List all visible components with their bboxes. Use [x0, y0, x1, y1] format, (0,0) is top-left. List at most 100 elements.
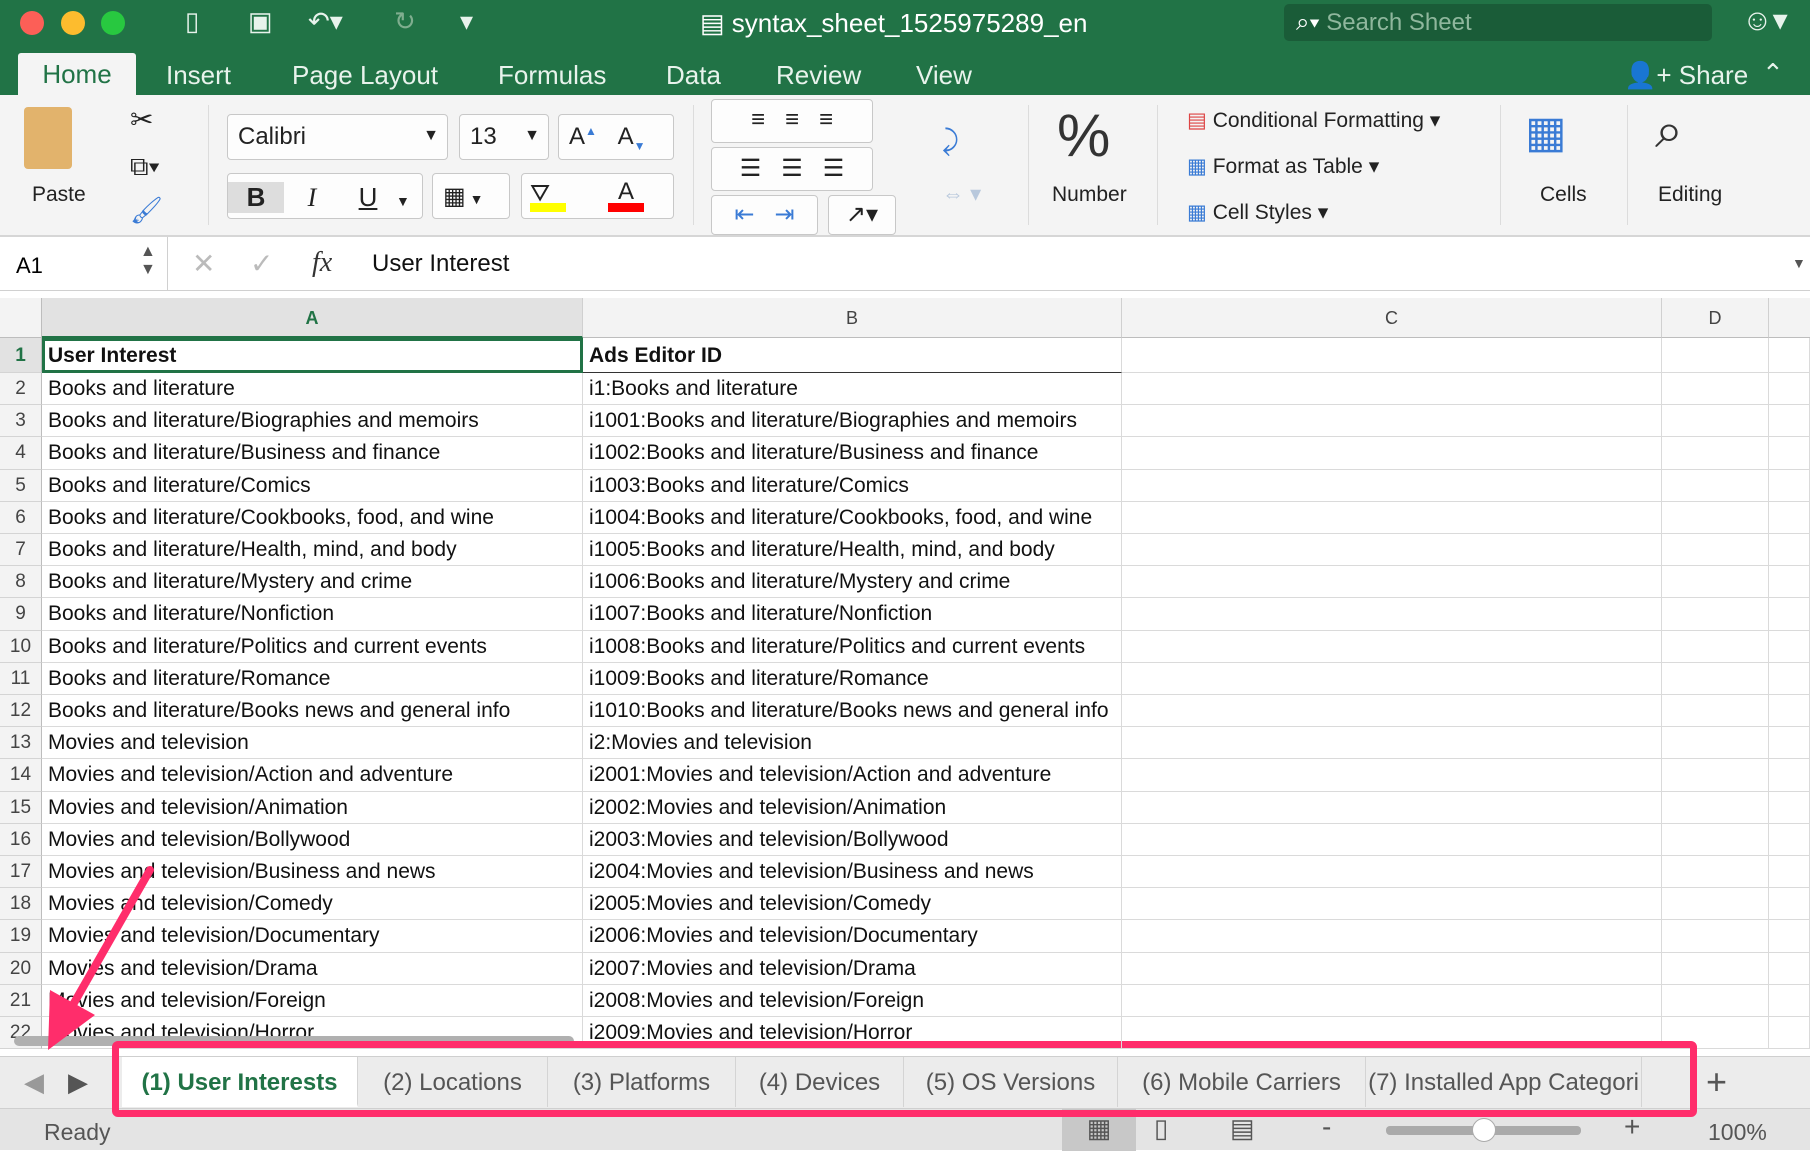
- name-box[interactable]: A1: [16, 253, 43, 279]
- font-color-button[interactable]: A: [606, 178, 646, 212]
- cell[interactable]: i1:Books and literature: [583, 373, 1122, 406]
- save-icon[interactable]: ▣: [248, 6, 273, 37]
- empty-cell[interactable]: [1769, 501, 1810, 534]
- empty-cell[interactable]: [1662, 598, 1769, 631]
- cell[interactable]: Books and literature: [42, 373, 583, 406]
- increase-font-icon[interactable]: A▲: [569, 123, 597, 150]
- tab-review[interactable]: Review: [776, 56, 861, 95]
- empty-cell[interactable]: [1769, 534, 1810, 567]
- cell[interactable]: i2001:Movies and television/Action and a…: [583, 759, 1122, 792]
- sidebar-toggle-icon[interactable]: ▯: [185, 6, 199, 37]
- empty-cell[interactable]: [1769, 338, 1810, 373]
- add-sheet-button[interactable]: +: [1706, 1061, 1727, 1103]
- cell[interactable]: User Interest: [42, 338, 583, 373]
- cell[interactable]: Movies and television: [42, 727, 583, 760]
- undo-icon[interactable]: ↶▾: [308, 6, 343, 37]
- empty-cell[interactable]: [1122, 759, 1662, 792]
- cell[interactable]: Books and literature/Health, mind, and b…: [42, 534, 583, 567]
- empty-cell[interactable]: [1662, 823, 1769, 856]
- cell[interactable]: i1003:Books and literature/Comics: [583, 469, 1122, 502]
- cell[interactable]: i2003:Movies and television/Bollywood: [583, 823, 1122, 856]
- column-header-b[interactable]: B: [583, 298, 1122, 338]
- cell[interactable]: Books and literature/Mystery and crime: [42, 566, 583, 599]
- empty-cell[interactable]: [1662, 566, 1769, 599]
- row-header[interactable]: 6: [0, 501, 42, 534]
- empty-cell[interactable]: [1769, 952, 1810, 985]
- empty-cell[interactable]: [1122, 373, 1662, 406]
- italic-button[interactable]: I: [284, 183, 340, 213]
- cell[interactable]: i2:Movies and television: [583, 727, 1122, 760]
- cell[interactable]: Movies and television/Business and news: [42, 856, 583, 889]
- zoom-level[interactable]: 100%: [1708, 1119, 1767, 1146]
- empty-cell[interactable]: [1662, 373, 1769, 406]
- page-layout-view-icon[interactable]: ▯: [1154, 1113, 1168, 1144]
- editing-search-icon[interactable]: ⌕: [1655, 101, 1683, 160]
- empty-cell[interactable]: [1122, 888, 1662, 921]
- fill-color-button[interactable]: ⛛: [530, 180, 570, 212]
- customize-toolbar-icon[interactable]: ▾: [460, 6, 473, 37]
- format-painter-icon[interactable]: 🖌: [130, 195, 163, 226]
- align-middle-icon[interactable]: ≡: [785, 106, 799, 133]
- empty-cell[interactable]: [1122, 534, 1662, 567]
- editing-label[interactable]: Editing: [1658, 183, 1722, 207]
- empty-cell[interactable]: [1769, 791, 1810, 824]
- select-all-button[interactable]: [0, 298, 42, 338]
- cell[interactable]: Movies and television/Drama: [42, 952, 583, 985]
- cancel-icon[interactable]: ✕: [192, 247, 215, 280]
- cell[interactable]: Movies and television/Foreign: [42, 984, 583, 1017]
- wrap-text-icon[interactable]: ⤸: [942, 125, 959, 158]
- empty-cell[interactable]: [1662, 630, 1769, 663]
- increase-indent-icon[interactable]: ⇥: [775, 201, 795, 228]
- row-header[interactable]: 3: [0, 405, 42, 438]
- empty-cell[interactable]: [1662, 501, 1769, 534]
- row-header[interactable]: 4: [0, 437, 42, 470]
- empty-cell[interactable]: [1122, 952, 1662, 985]
- format-as-table-button[interactable]: ▦ Format as Table ▾: [1187, 154, 1379, 179]
- empty-cell[interactable]: [1769, 856, 1810, 889]
- name-box-stepper-icon[interactable]: ▲ ▼: [140, 243, 156, 279]
- scroll-tabs-left-icon[interactable]: ◀: [24, 1067, 44, 1098]
- cell[interactable]: i2006:Movies and television/Documentary: [583, 920, 1122, 953]
- empty-cell[interactable]: [1122, 437, 1662, 470]
- number-format-label[interactable]: Number: [1052, 183, 1127, 207]
- column-header-d[interactable]: D: [1662, 298, 1769, 338]
- cell[interactable]: Books and literature/Politics and curren…: [42, 630, 583, 663]
- empty-cell[interactable]: [1769, 662, 1810, 695]
- cell[interactable]: i2004:Movies and television/Business and…: [583, 856, 1122, 889]
- row-header[interactable]: 13: [0, 727, 42, 760]
- cell[interactable]: i2002:Movies and television/Animation: [583, 791, 1122, 824]
- empty-cell[interactable]: [1662, 469, 1769, 502]
- empty-cell[interactable]: [1662, 759, 1769, 792]
- cell[interactable]: i1007:Books and literature/Nonfiction: [583, 598, 1122, 631]
- cell[interactable]: Books and literature/Business and financ…: [42, 437, 583, 470]
- cell[interactable]: Books and literature/Cookbooks, food, an…: [42, 501, 583, 534]
- empty-cell[interactable]: [1769, 437, 1810, 470]
- empty-cell[interactable]: [1769, 920, 1810, 953]
- row-header[interactable]: 16: [0, 823, 42, 856]
- row-header[interactable]: 7: [0, 534, 42, 567]
- cell[interactable]: Movies and television/Bollywood: [42, 823, 583, 856]
- row-header[interactable]: 12: [0, 695, 42, 728]
- cut-icon[interactable]: ✂: [130, 103, 153, 136]
- column-header-a[interactable]: A: [42, 298, 583, 338]
- cell[interactable]: i1009:Books and literature/Romance: [583, 662, 1122, 695]
- paste-label[interactable]: Paste: [32, 183, 86, 207]
- cell[interactable]: i1006:Books and literature/Mystery and c…: [583, 566, 1122, 599]
- empty-cell[interactable]: [1662, 952, 1769, 985]
- empty-cell[interactable]: [1662, 405, 1769, 438]
- row-header[interactable]: 10: [0, 630, 42, 663]
- vertical-align-group[interactable]: ≡ ≡ ≡: [711, 99, 873, 143]
- row-header[interactable]: 11: [0, 662, 42, 695]
- column-header-c[interactable]: C: [1122, 298, 1662, 338]
- cell[interactable]: i1005:Books and literature/Health, mind,…: [583, 534, 1122, 567]
- empty-cell[interactable]: [1662, 984, 1769, 1017]
- empty-cell[interactable]: [1662, 437, 1769, 470]
- empty-cell[interactable]: [1122, 695, 1662, 728]
- scroll-tabs-right-icon[interactable]: ▶: [68, 1067, 88, 1098]
- horizontal-align-group[interactable]: ☰ ☰ ☰: [711, 147, 873, 191]
- underline-button[interactable]: U: [340, 182, 396, 213]
- empty-cell[interactable]: [1769, 823, 1810, 856]
- row-header[interactable]: 19: [0, 920, 42, 953]
- cell[interactable]: i2008:Movies and television/Foreign: [583, 984, 1122, 1017]
- cell[interactable]: i1002:Books and literature/Business and …: [583, 437, 1122, 470]
